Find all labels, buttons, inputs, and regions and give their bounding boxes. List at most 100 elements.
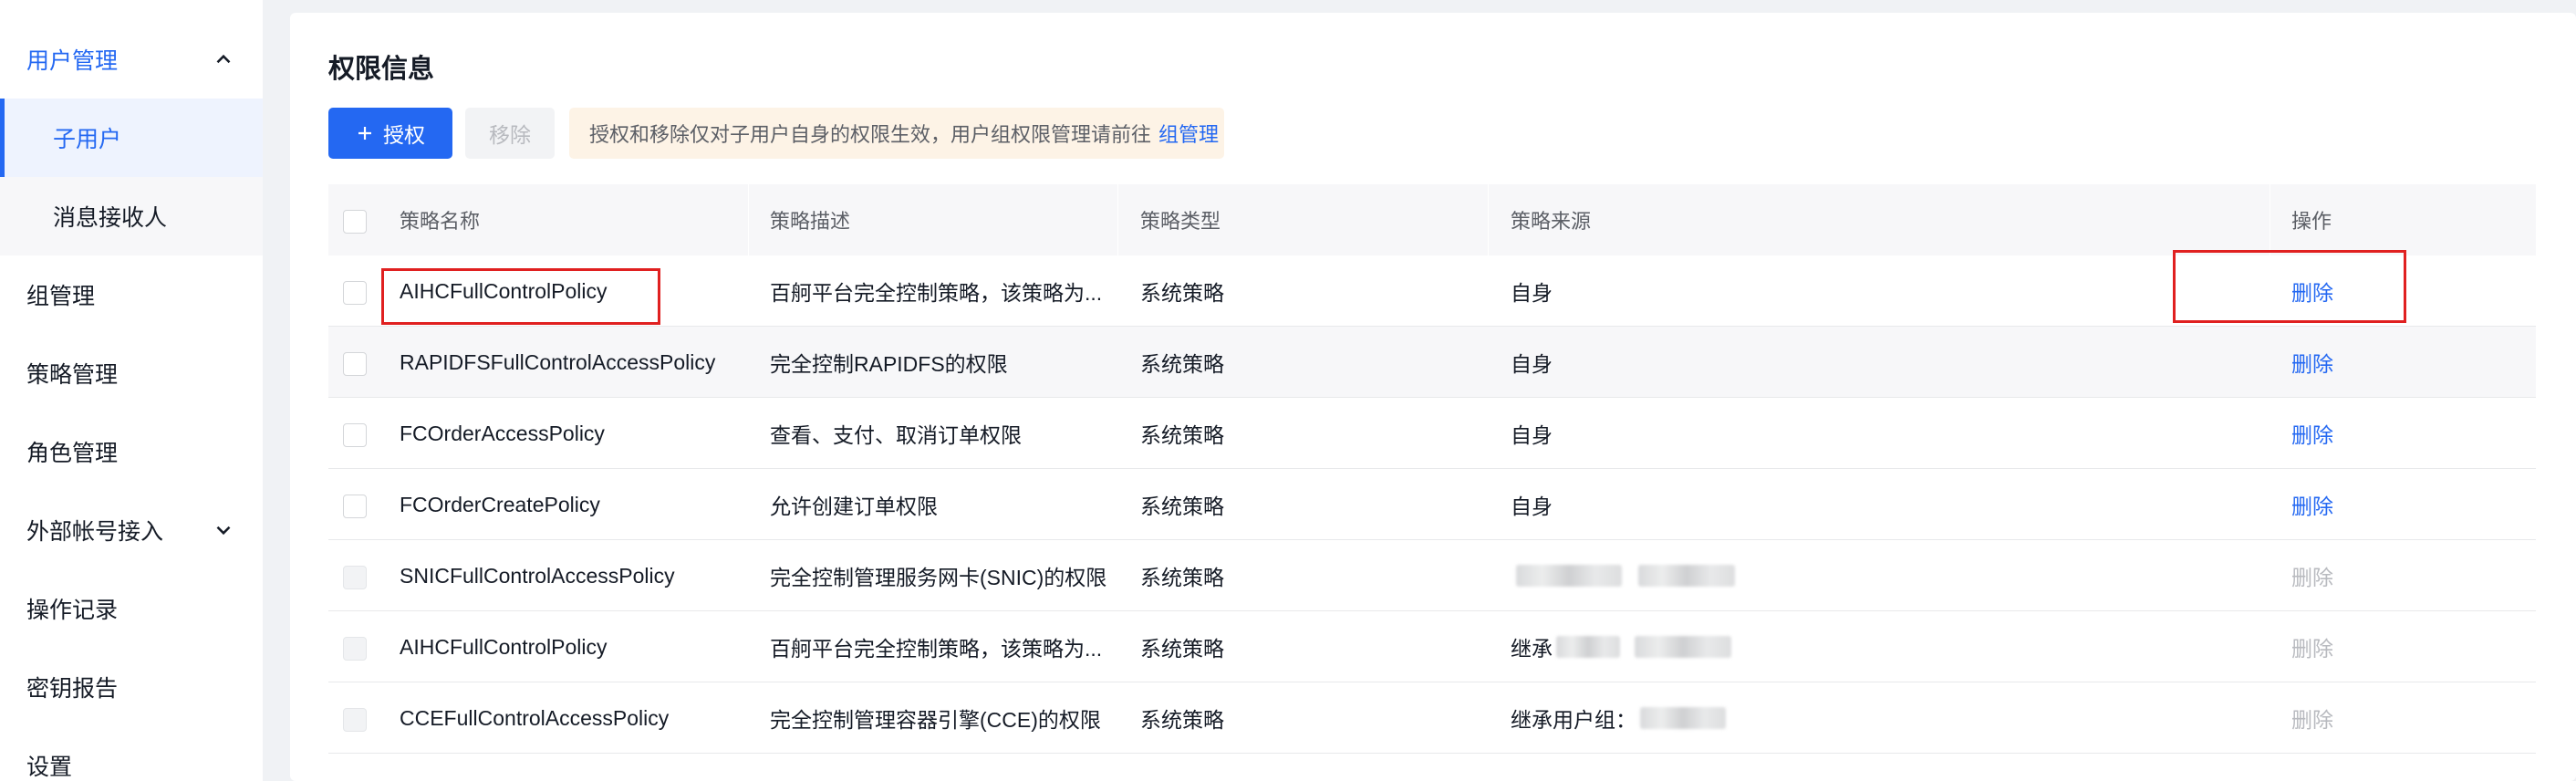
column-header-action: 操作 <box>2291 210 2332 233</box>
sidebar-item-group-management[interactable]: 组管理 <box>0 255 263 334</box>
table-row: SNICFullControlAccessPolicy 完全控制管理服务网卡(S… <box>328 540 2536 611</box>
policy-source: 继承 <box>1511 611 1731 682</box>
delete-link: 删除 <box>2291 566 2333 589</box>
chevron-down-icon <box>216 526 231 536</box>
delete-link[interactable]: 删除 <box>2291 469 2333 540</box>
redacted-text <box>1556 636 1620 658</box>
sidebar-item-label: 外部帐号接入 <box>26 519 164 545</box>
policy-type: 系统策略 <box>1140 495 1224 518</box>
policy-source: 继承用户组： <box>1511 682 1726 754</box>
row-checkbox[interactable] <box>343 352 367 376</box>
table-header: 策略名称 策略描述 策略类型 策略来源 操作 <box>328 184 2536 255</box>
row-checkbox[interactable] <box>343 495 367 518</box>
policy-type: 系统策略 <box>1140 352 1224 376</box>
column-divider <box>1488 184 1489 255</box>
policy-table: 策略名称 策略描述 策略类型 策略来源 操作 AIHCFullControlPo… <box>328 184 2536 754</box>
policy-source-text: 继承 <box>1511 637 1553 661</box>
group-management-link[interactable]: 组管理 <box>1158 119 1219 148</box>
grant-button[interactable]: 授权 <box>328 108 452 159</box>
sidebar-group-external-account[interactable]: 外部帐号接入 <box>0 491 263 569</box>
remove-button-label: 移除 <box>489 123 531 147</box>
delete-link: 删除 <box>2291 637 2333 661</box>
remove-button[interactable]: 移除 <box>465 108 555 159</box>
sidebar-item-key-report[interactable]: 密钥报告 <box>0 648 263 726</box>
table-row: FCOrderAccessPolicy 查看、支付、取消订单权限 系统策略 自身… <box>328 398 2536 469</box>
policy-source: 自身 <box>1511 281 1553 305</box>
row-checkbox <box>343 566 367 589</box>
sidebar-item-label: 角色管理 <box>26 441 119 466</box>
info-tip: 授权和移除仅对子用户自身的权限生效，用户组权限管理请前往 组管理 <box>569 108 1224 159</box>
policy-desc: 查看、支付、取消订单权限 <box>770 423 1022 447</box>
tip-text: 授权和移除仅对子用户自身的权限生效，用户组权限管理请前往 <box>589 123 1152 146</box>
row-checkbox <box>343 637 367 661</box>
policy-desc: 完全控制管理容器引擎(CCE)的权限 <box>770 708 1101 732</box>
redacted-text <box>1516 565 1622 587</box>
sidebar-group-user-management[interactable]: 用户管理 <box>0 20 263 99</box>
column-divider <box>748 184 749 255</box>
sidebar: 用户管理 子用户 消息接收人 组管理 策略管理 角色管理 外部帐号接入 操作记录… <box>0 0 263 781</box>
delete-link: 删除 <box>2291 708 2333 732</box>
sidebar-item-subuser[interactable]: 子用户 <box>0 99 263 177</box>
policy-type: 系统策略 <box>1140 708 1224 732</box>
policy-name: AIHCFullControlPolicy <box>400 634 608 659</box>
policy-name: CCEFullControlAccessPolicy <box>400 705 670 730</box>
plus-icon <box>358 127 371 140</box>
permission-card: 权限信息 授权 移除 授权和移除仅对子用户自身的权限生效，用户组权限管理请前往 … <box>290 13 2576 781</box>
policy-desc: 百舸平台完全控制策略，该策略为... <box>770 637 1103 661</box>
delete-link[interactable]: 删除 <box>2291 327 2333 398</box>
sidebar-item-label: 策略管理 <box>26 362 119 388</box>
policy-source: 自身 <box>1511 495 1553 518</box>
sidebar-item-settings[interactable]: 设置 <box>0 726 263 781</box>
policy-type: 系统策略 <box>1140 281 1224 305</box>
sidebar-item-policy-management[interactable]: 策略管理 <box>0 334 263 412</box>
policy-desc: 完全控制RAPIDFS的权限 <box>770 352 1008 376</box>
redacted-text <box>1640 707 1726 729</box>
sidebar-item-label: 密钥报告 <box>26 676 119 702</box>
column-header-policy-desc: 策略描述 <box>770 210 851 233</box>
policy-desc: 允许创建订单权限 <box>770 495 938 518</box>
grant-button-label: 授权 <box>383 123 425 147</box>
policy-desc: 完全控制管理服务网卡(SNIC)的权限 <box>770 566 1107 589</box>
table-row: AIHCFullControlPolicy 百舸平台完全控制策略，该策略为...… <box>328 611 2536 682</box>
sidebar-item-label: 操作记录 <box>26 598 119 623</box>
column-header-policy-source: 策略来源 <box>1511 210 1592 233</box>
delete-link[interactable]: 删除 <box>2291 255 2333 327</box>
row-checkbox <box>343 708 367 732</box>
delete-link[interactable]: 删除 <box>2291 398 2333 469</box>
policy-type: 系统策略 <box>1140 566 1224 589</box>
table-row: AIHCFullControlPolicy 百舸平台完全控制策略，该策略为...… <box>328 255 2536 327</box>
sidebar-item-label: 子用户 <box>53 127 122 152</box>
policy-name: FCOrderCreatePolicy <box>400 492 600 516</box>
sidebar-item-role-management[interactable]: 角色管理 <box>0 412 263 491</box>
sidebar-item-label: 用户管理 <box>26 48 119 74</box>
column-divider <box>1117 184 1118 255</box>
column-header-policy-name: 策略名称 <box>400 210 481 233</box>
sidebar-item-label: 组管理 <box>26 284 96 309</box>
redacted-text <box>1635 636 1731 658</box>
redacted-text <box>1638 565 1735 587</box>
policy-name: FCOrderAccessPolicy <box>400 421 605 445</box>
policy-type: 系统策略 <box>1140 637 1224 661</box>
chevron-up-icon <box>216 54 231 64</box>
table-row: RAPIDFSFullControlAccessPolicy 完全控制RAPID… <box>328 327 2536 398</box>
sidebar-item-operation-log[interactable]: 操作记录 <box>0 569 263 648</box>
table-row: FCOrderCreatePolicy 允许创建订单权限 系统策略 自身 删除 <box>328 469 2536 540</box>
sidebar-item-message-receiver[interactable]: 消息接收人 <box>0 177 263 255</box>
row-checkbox[interactable] <box>343 423 367 447</box>
policy-source: 自身 <box>1511 352 1553 376</box>
column-header-policy-type: 策略类型 <box>1140 210 1221 233</box>
table-row: CCEFullControlAccessPolicy 完全控制管理容器引擎(CC… <box>328 682 2536 754</box>
row-checkbox[interactable] <box>343 281 367 305</box>
policy-type: 系统策略 <box>1140 423 1224 447</box>
select-all-checkbox[interactable] <box>343 210 367 234</box>
sidebar-item-label: 设置 <box>26 755 73 780</box>
policy-name: RAPIDFSFullControlAccessPolicy <box>400 349 716 374</box>
policy-source <box>1511 540 1735 611</box>
policy-source-text: 继承用户组： <box>1511 708 1636 732</box>
sidebar-item-label: 消息接收人 <box>53 205 168 231</box>
section-title: 权限信息 <box>328 55 435 84</box>
policy-desc: 百舸平台完全控制策略，该策略为... <box>770 281 1103 305</box>
policy-name: SNICFullControlAccessPolicy <box>400 563 675 588</box>
policy-source: 自身 <box>1511 423 1553 447</box>
policy-name: AIHCFullControlPolicy <box>400 278 608 303</box>
